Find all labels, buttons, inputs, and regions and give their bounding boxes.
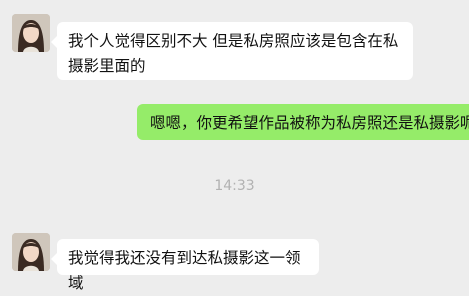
- contact-avatar[interactable]: [12, 14, 50, 52]
- message-text: 我个人觉得区别不大 但是私房照应该是包含在私摄影里面的: [68, 32, 399, 75]
- contact-avatar[interactable]: [12, 233, 50, 271]
- message-text: 嗯嗯，你更希望作品被称为私房照还是私摄影呢?: [150, 114, 469, 132]
- timestamp: 14:33: [214, 178, 255, 194]
- message-bubble-outgoing[interactable]: 嗯嗯，你更希望作品被称为私房照还是私摄影呢?: [137, 104, 469, 140]
- message-bubble-incoming[interactable]: 我个人觉得区别不大 但是私房照应该是包含在私摄影里面的: [51, 22, 413, 80]
- message-text: 我觉得我还没有到达私摄影这一领域: [68, 249, 301, 292]
- message-bubble-incoming[interactable]: 我觉得我还没有到达私摄影这一领域: [51, 239, 319, 292]
